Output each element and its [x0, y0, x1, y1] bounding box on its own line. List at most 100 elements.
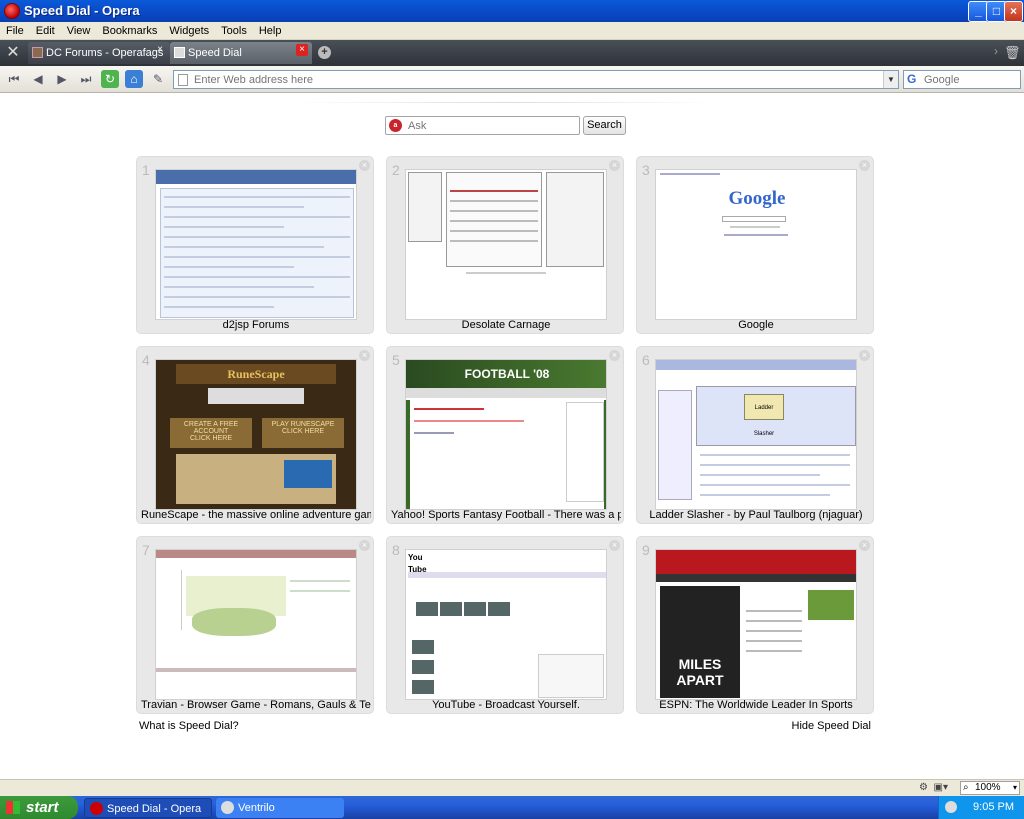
ask-search-input[interactable] [406, 118, 576, 133]
menu-widgets[interactable]: Widgets [163, 22, 215, 40]
dial-number: 3 [642, 162, 650, 178]
zoom-magnifier-icon: ⌕ [963, 782, 969, 793]
speed-dial-page: a Search 1 × d2jsp Forums 2 × [0, 93, 1024, 779]
what-is-speed-dial-link[interactable]: What is Speed Dial? [139, 720, 239, 732]
dial-thumbnail[interactable]: RuneScape CREATE A FREE ACCOUNT CLICK HER… [155, 359, 357, 510]
tray-network-icon[interactable] [945, 801, 957, 813]
taskbar-item-ventrilo[interactable]: Ventrilo [216, 798, 344, 818]
zoom-control[interactable]: ⌕ 100% ▾ [960, 781, 1020, 795]
start-label: start [26, 799, 59, 816]
dial-number: 1 [142, 162, 150, 178]
dial-thumbnail[interactable]: Google [655, 169, 857, 320]
address-bar[interactable]: ▼ [173, 70, 899, 89]
dial-title: Yahoo! Sports Fantasy Football - There w… [391, 509, 621, 521]
search-input[interactable] [922, 72, 1018, 87]
speed-dial-4[interactable]: 4 × RuneScape CREATE A FREE ACCOUNT CLICK… [136, 346, 374, 524]
yahoo-banner: FOOTBALL '08 [406, 360, 606, 388]
speed-dial-2[interactable]: 2 × Desolate Carnage [386, 156, 624, 334]
turbo-icon[interactable]: ⚙ [919, 782, 928, 793]
dial-thumbnail[interactable] [405, 169, 607, 320]
menu-edit[interactable]: Edit [30, 22, 61, 40]
dial-thumbnail[interactable]: FOOTBALL '08 [405, 359, 607, 510]
menu-bar: File Edit View Bookmarks Widgets Tools Help [0, 22, 1024, 40]
dial-thumbnail[interactable] [155, 549, 357, 700]
dial-thumbnail[interactable] [155, 169, 357, 320]
tab-dc-forums[interactable]: DC Forums - Operafags × [28, 42, 170, 64]
menu-view[interactable]: View [61, 22, 97, 40]
tab-speed-dial[interactable]: Speed Dial × [170, 42, 312, 64]
clock: 9:05 PM [973, 801, 1014, 813]
dial-title: d2jsp Forums [222, 319, 290, 331]
favicon-icon [174, 47, 185, 58]
close-tab-icon[interactable]: × [154, 44, 166, 56]
ask-search-box[interactable]: a [385, 116, 580, 135]
remove-dial-icon[interactable]: × [609, 350, 620, 361]
remove-dial-icon[interactable]: × [859, 540, 870, 551]
menu-file[interactable]: File [0, 22, 30, 40]
window-title: Speed Dial - Opera [24, 3, 140, 18]
tab-label: Speed Dial [188, 47, 242, 59]
favicon-icon [32, 47, 43, 58]
remove-dial-icon[interactable]: × [359, 350, 370, 361]
taskbar-item-opera[interactable]: Speed Dial - Opera [84, 798, 212, 818]
runescape-logo: RuneScape [176, 364, 336, 384]
page-icon [178, 74, 188, 86]
opera-icon [90, 802, 103, 815]
speed-dial-9[interactable]: 9 × MILES APART ESPN: The Worldwide Lead… [636, 536, 874, 714]
new-tab-icon[interactable]: + [318, 46, 331, 59]
hide-speed-dial-link[interactable]: Hide Speed Dial [792, 720, 872, 732]
dial-title: YouTube - Broadcast Yourself. [432, 699, 580, 711]
camera-icon[interactable]: ▣▾ [934, 782, 948, 793]
address-input[interactable] [192, 72, 882, 87]
window-titlebar: Speed Dial - Opera _ □ × [0, 0, 1024, 22]
remove-dial-icon[interactable]: × [859, 350, 870, 361]
menu-help[interactable]: Help [253, 22, 288, 40]
remove-dial-icon[interactable]: × [609, 160, 620, 171]
close-tab-icon[interactable]: × [296, 44, 308, 56]
search-button[interactable]: Search [583, 116, 626, 135]
tab-label: DC Forums - Operafags [46, 47, 164, 59]
speed-dial-6[interactable]: 6 × Ladder Slasher Ladder Slasher - by P… [636, 346, 874, 524]
remove-dial-icon[interactable]: × [359, 160, 370, 171]
tools-wrench-icon[interactable]: ✕ [4, 44, 22, 62]
dial-thumbnail[interactable]: Ladder Slasher [655, 359, 857, 510]
edit-pen-icon[interactable]: ✎ [149, 70, 167, 88]
system-tray: 9:05 PM [938, 796, 1024, 819]
reload-icon[interactable]: ↻ [101, 70, 119, 88]
status-bar: ⚙ ▣▾ ⌕ 100% ▾ [0, 779, 1024, 796]
create-account-click: CLICK HERE [189, 435, 232, 442]
address-dropdown-icon[interactable]: ▼ [883, 71, 898, 88]
google-g-icon[interactable]: G [907, 72, 916, 86]
back-icon[interactable]: ◀ [29, 70, 47, 88]
speed-dial-1[interactable]: 1 × d2jsp Forums [136, 156, 374, 334]
dial-number: 7 [142, 542, 150, 558]
dial-title: Ladder Slasher - by Paul Taulborg (njagu… [649, 509, 863, 521]
tab-scroll-icon[interactable]: › [994, 44, 998, 58]
fast-forward-icon[interactable]: ⏭ [77, 70, 95, 88]
dial-number: 4 [142, 352, 150, 368]
remove-dial-icon[interactable]: × [609, 540, 620, 551]
home-icon[interactable]: ⌂ [125, 70, 143, 88]
speed-dial-7[interactable]: 7 × Travian - Browser Game - Romans, Gau… [136, 536, 374, 714]
rewind-icon[interactable]: ⏮ [5, 70, 23, 88]
trash-icon[interactable]: 🗑 [1004, 44, 1021, 61]
dial-thumbnail[interactable]: MILES APART [655, 549, 857, 700]
dial-title: RuneScape - the massive online adventure… [141, 509, 371, 521]
remove-dial-icon[interactable]: × [359, 540, 370, 551]
speed-dial-8[interactable]: 8 × You Tube YouTube - Broadcast Yoursel… [386, 536, 624, 714]
speed-dial-5[interactable]: 5 × FOOTBALL '08 Yahoo! Sports Fantasy F… [386, 346, 624, 524]
dial-number: 9 [642, 542, 650, 558]
menu-tools[interactable]: Tools [215, 22, 253, 40]
menu-bookmarks[interactable]: Bookmarks [96, 22, 163, 40]
zoom-dropdown-icon[interactable]: ▾ [1013, 782, 1017, 794]
speed-dial-3[interactable]: 3 × Google Google [636, 156, 874, 334]
forward-icon[interactable]: ▶ [53, 70, 71, 88]
create-account-label: CREATE A FREE ACCOUNT [183, 421, 239, 435]
start-button[interactable]: start [0, 796, 78, 819]
close-window-button[interactable]: × [1004, 1, 1023, 22]
remove-dial-icon[interactable]: × [859, 160, 870, 171]
search-box[interactable]: G [903, 70, 1021, 89]
dial-thumbnail[interactable]: You Tube [405, 549, 607, 700]
task-label: Speed Dial - Opera [107, 803, 202, 815]
dial-title: Travian - Browser Game - Romans, Gauls &… [141, 699, 371, 711]
